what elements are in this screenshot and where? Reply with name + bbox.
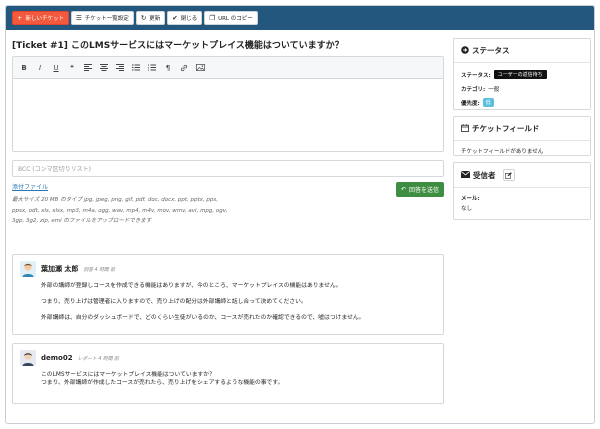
plus-icon: +	[17, 13, 23, 22]
status-panel: ステータス ステータス: ユーザーの返信待ち カテゴリ: 一般 優先度: 低	[453, 38, 591, 110]
copy-url-button[interactable]: ❐ URL のコピー	[204, 11, 258, 25]
arrow-circle-right-icon	[461, 45, 469, 56]
check-icon: ✔	[172, 13, 178, 22]
reply-editor[interactable]: B I U ❝ ¶	[12, 56, 444, 152]
image-icon[interactable]	[194, 62, 206, 74]
align-center-icon[interactable]	[98, 62, 110, 74]
link-icon[interactable]	[178, 62, 190, 74]
refresh-button[interactable]: ↻ 更新	[135, 11, 166, 25]
ticket-fields-panel: チケットフィールド チケットフィールドがありません	[453, 116, 591, 156]
calendar-icon	[461, 123, 469, 134]
comment-author: 葉加瀬 太郎	[41, 265, 79, 273]
comment-timestamp: レポート 4 時間 前	[77, 356, 119, 362]
edit-recipients-button[interactable]	[502, 169, 515, 181]
close-button[interactable]: ✔ 閉じる	[167, 11, 203, 25]
comment-card: 葉加瀬 太郎 回答 4 時間 前 外部の講師が登録しコースを作成できる機能はあり…	[12, 254, 444, 335]
top-toolbar: + 新しいチケット ☰ チケット一覧設定 ↻ 更新 ✔ 閉じる ❐ URL のコ…	[6, 6, 594, 30]
refresh-icon: ↻	[140, 13, 147, 22]
bcc-input[interactable]: BCC (コンマ区切りリスト)	[12, 160, 444, 177]
italic-icon[interactable]: I	[34, 62, 46, 74]
underline-icon[interactable]: U	[50, 62, 62, 74]
comment-timestamp: 回答 4 時間 前	[83, 267, 116, 273]
attachment-link[interactable]: 添付ファイル	[12, 184, 48, 191]
attachment-help-text: 最大サイズ 20 MB のタイプ jpg, jpeg, png, gif, pd…	[12, 197, 228, 224]
copy-icon: ❐	[209, 13, 216, 22]
avatar	[20, 350, 36, 366]
ticket-fields-empty: チケットフィールドがありません	[461, 149, 544, 155]
comment-card: demo02 レポート 4 時間 前 このLMSサービスにはマーケットプレイス機…	[12, 343, 444, 404]
quote-icon[interactable]: ❝	[66, 62, 78, 74]
priority-badge: 低	[482, 98, 494, 107]
bullet-list-icon[interactable]	[130, 62, 142, 74]
recipients-panel: 受信者 メール: なし	[453, 162, 591, 220]
main-column: [Ticket #1] このLMSサービスにはマーケットプレイス機能はついていま…	[12, 38, 444, 404]
comment-body: このLMSサービスにはマーケットプレイス機能はついていますか？ つまり、外部講師…	[41, 372, 284, 386]
send-reply-button[interactable]: ↶ 回答を送信	[395, 182, 444, 197]
recipients-email-value: なし	[461, 206, 473, 212]
envelope-icon	[461, 170, 470, 180]
ticket-window: + 新しいチケット ☰ チケット一覧設定 ↻ 更新 ✔ 閉じる ❐ URL のコ…	[5, 5, 595, 424]
attachment-area: 添付ファイル 最大サイズ 20 MB のタイプ jpg, jpeg, png, …	[12, 182, 444, 232]
ticket-list-settings-button[interactable]: ☰ チケット一覧設定	[70, 11, 134, 25]
editor-toolbar: B I U ❝ ¶	[13, 57, 443, 79]
status-badge: ユーザーの返信待ち	[493, 70, 547, 79]
page-title: [Ticket #1] このLMSサービスにはマーケットプレイス機能はついていま…	[12, 41, 344, 51]
bold-icon[interactable]: B	[18, 62, 30, 74]
avatar	[20, 261, 36, 277]
reply-icon: ↶	[400, 186, 406, 193]
new-ticket-button[interactable]: + 新しいチケット	[12, 11, 69, 25]
comment-author: demo02	[41, 354, 73, 362]
category-value: 一般	[488, 86, 500, 93]
sidebar: ステータス ステータス: ユーザーの返信待ち カテゴリ: 一般 優先度: 低 チケット…	[453, 38, 591, 226]
numbered-list-icon[interactable]	[146, 62, 158, 74]
paragraph-icon[interactable]: ¶	[162, 62, 174, 74]
align-left-icon[interactable]	[82, 62, 94, 74]
align-right-icon[interactable]	[114, 62, 126, 74]
list-icon: ☰	[75, 13, 82, 22]
comment-body: 外部の講師が登録しコースを作成できる機能はありますが、今のところ、マーケットプレ…	[41, 283, 365, 321]
